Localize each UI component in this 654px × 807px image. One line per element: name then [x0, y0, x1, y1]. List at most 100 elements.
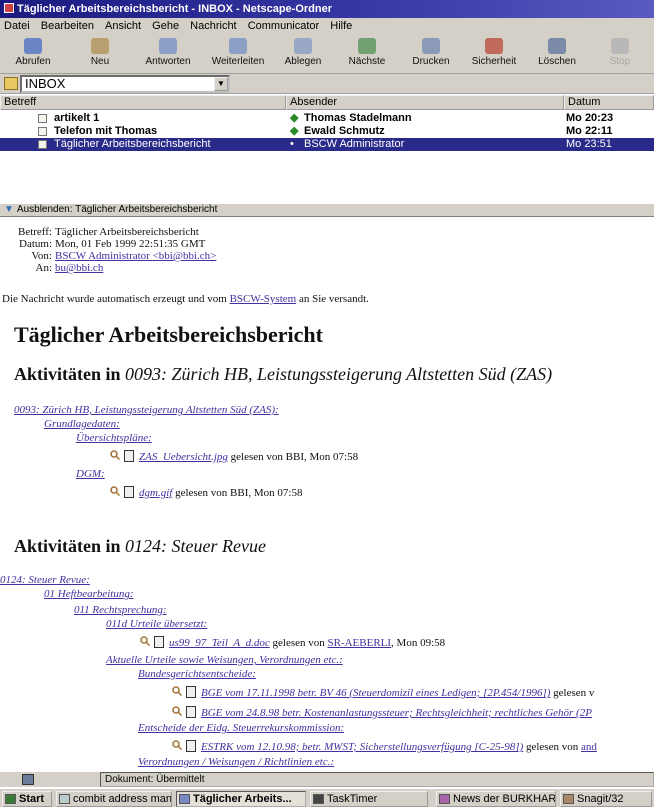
message-row-selected[interactable]: Täglicher Arbeitsbereichsbericht • BSCW …: [0, 138, 654, 151]
menu-nachricht[interactable]: Nachricht: [190, 20, 236, 32]
file-link[interactable]: ESTRK vom 12.10.98; betr. MWST; Sicherst…: [201, 741, 523, 753]
taskbar-item-combit[interactable]: combit address man...: [56, 791, 172, 807]
menu-gehe[interactable]: Gehe: [152, 20, 179, 32]
stop-icon: [611, 38, 629, 54]
tree-link-label[interactable]: Bundesgerichtsentscheide:: [138, 668, 256, 680]
message-icon: [38, 140, 47, 149]
header-from-row: Von: BSCW Administrator <bbi@bbi.ch>: [0, 250, 216, 262]
window-title-bar[interactable]: Täglicher Arbeitsbereichsbericht - INBOX…: [0, 0, 654, 18]
user-link[interactable]: and: [581, 741, 597, 753]
folder-select[interactable]: INBOX ▼: [20, 75, 230, 93]
taskbar-item-news[interactable]: News der BURKHAR...: [436, 791, 556, 807]
section-heading-prefix: Aktivitäten in: [14, 364, 126, 384]
file-link[interactable]: BGE vom 24.8.98 betr. Kostenanlastungsst…: [201, 707, 592, 719]
tree-link-label[interactable]: Grundlagedaten:: [44, 418, 120, 430]
tree-link-eidg-steuerrekurskommission[interactable]: Entscheide der Eidg. Steuerrekurskommiss…: [138, 722, 344, 734]
magnifier-icon[interactable]: [172, 706, 182, 716]
get-mail-button[interactable]: Abrufen: [8, 36, 58, 72]
preview-toggle[interactable]: ▼ Ausblenden: Täglicher Arbeitsbereichsbe…: [0, 203, 654, 217]
magnifier-icon[interactable]: [110, 450, 120, 460]
stop-button[interactable]: Stop: [600, 36, 640, 72]
file-link[interactable]: ZAS_Uebersicht.jpg: [139, 451, 228, 463]
menu-datei[interactable]: Datei: [4, 20, 30, 32]
column-header-date[interactable]: Datum: [564, 95, 654, 110]
magnifier-icon[interactable]: [110, 486, 120, 496]
menu-ansicht[interactable]: Ansicht: [105, 20, 141, 32]
bscw-system-link[interactable]: BSCW-System: [230, 293, 297, 305]
file-icon: [294, 38, 312, 54]
image-file-icon[interactable]: [124, 450, 134, 462]
word-doc-icon[interactable]: [154, 636, 164, 648]
header-from-label: Von:: [31, 250, 52, 262]
document-icon[interactable]: [186, 686, 196, 698]
taskbar-item-snagit[interactable]: Snagit/32: [560, 791, 652, 807]
tree-link-label[interactable]: 0093: Zürich HB, Leistungssteigerung Alt…: [14, 404, 279, 416]
column-header-subject[interactable]: Betreff: [0, 95, 286, 110]
tree-link-dgm[interactable]: DGM:: [76, 468, 105, 480]
header-to-link[interactable]: bu@bbi.ch: [55, 262, 103, 274]
print-button[interactable]: Drucken: [406, 36, 456, 72]
file-link[interactable]: us99_97_Teil_A_d.doc: [169, 637, 270, 649]
start-button[interactable]: Start: [2, 791, 52, 807]
file-link[interactable]: dgm.gif: [139, 487, 172, 499]
taskbar-item-netscape[interactable]: Täglicher Arbeits...: [176, 791, 306, 807]
image-file-icon[interactable]: [124, 486, 134, 498]
file-button[interactable]: Ablegen: [278, 36, 328, 72]
taskbar-item-label: Täglicher Arbeits...: [193, 793, 292, 805]
tree-link-rechtsprechung[interactable]: 011 Rechtsprechung:: [74, 604, 167, 616]
tree-link-label[interactable]: 01 Heftbearbeitung:: [44, 588, 134, 600]
tree-link-label[interactable]: DGM:: [76, 468, 105, 480]
document-icon[interactable]: [186, 740, 196, 752]
tree-link-urteile-uebersetzt[interactable]: 011d Urteile übersetzt:: [106, 618, 207, 630]
tree-link-uebersichtsplaene[interactable]: Übersichtspläne:: [76, 432, 152, 444]
magnifier-icon[interactable]: [172, 686, 182, 696]
document-icon[interactable]: [186, 706, 196, 718]
collapse-triangle-icon[interactable]: ▼: [4, 204, 14, 215]
tree-link-label[interactable]: Übersichtspläne:: [76, 432, 152, 444]
tree-link-label[interactable]: Aktuelle Urteile sowie Weisungen, Verord…: [106, 654, 343, 666]
tree-link-verordnungen[interactable]: Verordnungen / Weisungen / Richtlinien e…: [138, 756, 334, 768]
tree-link-0124[interactable]: 0124: Steuer Revue:: [0, 574, 90, 586]
message-body: Betreff: Täglicher Arbeitsbereichsbericht…: [0, 218, 654, 771]
tree-link-heftbearbeitung[interactable]: 01 Heftbearbeitung:: [44, 588, 134, 600]
column-header-sender[interactable]: Absender: [286, 95, 564, 110]
unread-dot-icon[interactable]: ◆: [290, 112, 298, 125]
tree-link-label[interactable]: 011 Rechtsprechung:: [74, 604, 167, 616]
folder-select-value: INBOX: [25, 76, 66, 91]
report-title: Täglicher Arbeitsbereichsbericht: [14, 322, 323, 347]
message-row[interactable]: Telefon mit Thomas ◆ Ewald Schmutz Mo 22…: [0, 125, 654, 138]
chevron-down-icon[interactable]: ▼: [214, 77, 228, 91]
menu-hilfe[interactable]: Hilfe: [330, 20, 352, 32]
magnifier-icon[interactable]: [172, 740, 182, 750]
tree-link-label[interactable]: Entscheide der Eidg. Steuerrekurskommiss…: [138, 722, 344, 734]
read-dot-icon[interactable]: •: [290, 138, 294, 151]
intro-pre: Die Nachricht wurde automatisch erzeugt …: [2, 293, 230, 305]
header-from-link[interactable]: BSCW Administrator <bbi@bbi.ch>: [55, 250, 216, 262]
tree-link-aktuelle-urteile[interactable]: Aktuelle Urteile sowie Weisungen, Verord…: [106, 654, 343, 666]
tree-link-label[interactable]: 0124: Steuer Revue:: [0, 574, 90, 586]
message-subject: Täglicher Arbeitsbereichsbericht: [54, 138, 211, 150]
tree-link-label[interactable]: 011d Urteile übersetzt:: [106, 618, 207, 630]
tree-link-0093[interactable]: 0093: Zürich HB, Leistungssteigerung Alt…: [14, 404, 279, 416]
window-title: Täglicher Arbeitsbereichsbericht - INBOX…: [17, 3, 333, 15]
file-link[interactable]: BGE vom 17.11.1998 betr. BV 46 (Steuerdo…: [201, 687, 550, 699]
next-button[interactable]: Nächste: [340, 36, 394, 72]
security-lock-icon[interactable]: [22, 774, 34, 785]
magnifier-icon[interactable]: [140, 636, 150, 646]
forward-button[interactable]: Weiterleiten: [206, 36, 270, 72]
delete-button[interactable]: Löschen: [534, 36, 580, 72]
header-to-label: An:: [35, 262, 53, 274]
tree-link-label[interactable]: Verordnungen / Weisungen / Richtlinien e…: [138, 756, 334, 768]
message-row[interactable]: artikelt 1 ◆ Thomas Stadelmann Mo 20:23: [0, 112, 654, 125]
menu-bearbeiten[interactable]: Bearbeiten: [41, 20, 94, 32]
new-message-button[interactable]: Neu: [80, 36, 120, 72]
unread-dot-icon[interactable]: ◆: [290, 125, 298, 138]
reply-button[interactable]: Antworten: [138, 36, 198, 72]
menu-communicator[interactable]: Communicator: [248, 20, 320, 32]
taskbar-item-tasktimer[interactable]: TaskTimer: [310, 791, 428, 807]
security-button[interactable]: Sicherheit: [466, 36, 522, 72]
start-label: Start: [19, 793, 45, 805]
user-link[interactable]: SR-AEBERLI: [327, 637, 391, 649]
tree-link-bundesgerichtsentscheide[interactable]: Bundesgerichtsentscheide:: [138, 668, 256, 680]
tree-link-grundlagedaten[interactable]: Grundlagedaten:: [44, 418, 120, 430]
